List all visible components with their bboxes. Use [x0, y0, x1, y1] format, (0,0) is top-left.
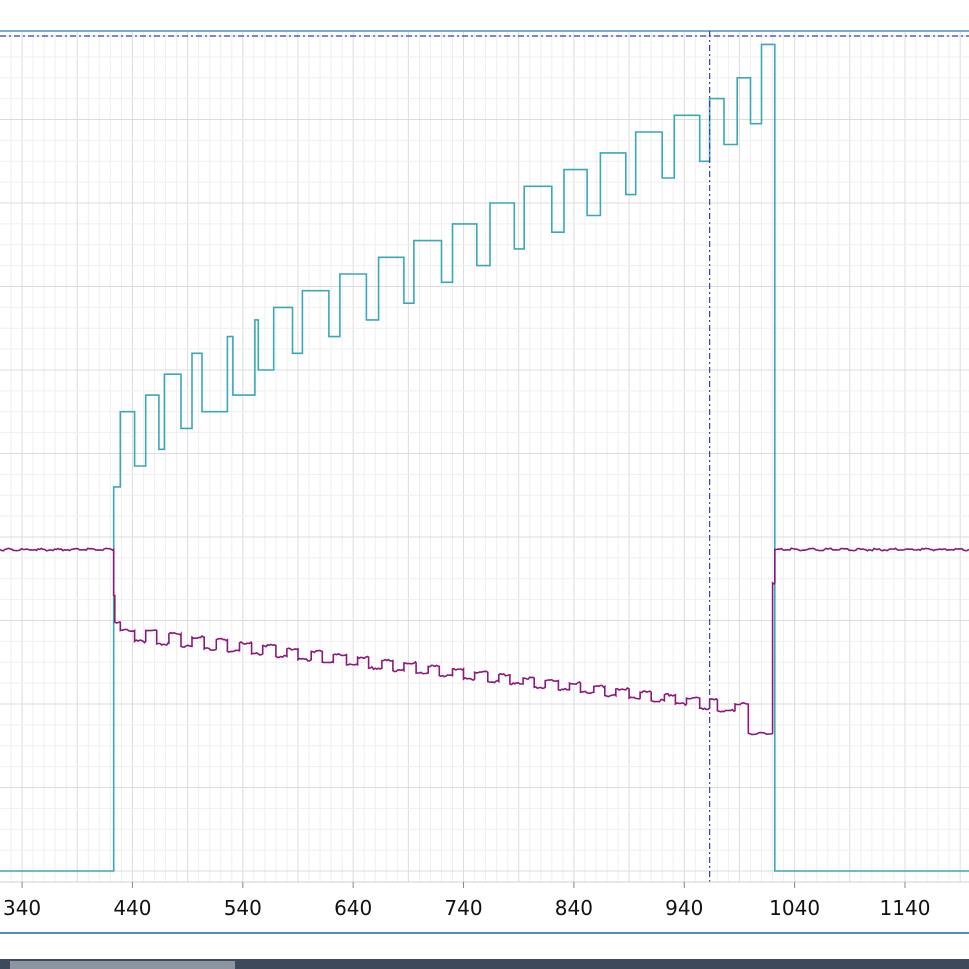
x-tick-label: 840: [555, 896, 593, 920]
plot-background: [0, 0, 969, 969]
x-tick-label: 940: [665, 896, 703, 920]
x-tick-label: 740: [444, 896, 482, 920]
x-tick-label: 540: [224, 896, 262, 920]
x-tick-label: 640: [334, 896, 372, 920]
x-tick-label: 1140: [880, 896, 931, 920]
x-tick-label: 340: [3, 896, 41, 920]
scrollbar-thumb[interactable]: [10, 961, 235, 969]
x-tick-label: 440: [113, 896, 151, 920]
chart: 340 440 540 640 740 840 940 1040 1140: [0, 0, 969, 969]
status-bar-border: [0, 932, 969, 934]
x-tick-label: 1040: [769, 896, 820, 920]
